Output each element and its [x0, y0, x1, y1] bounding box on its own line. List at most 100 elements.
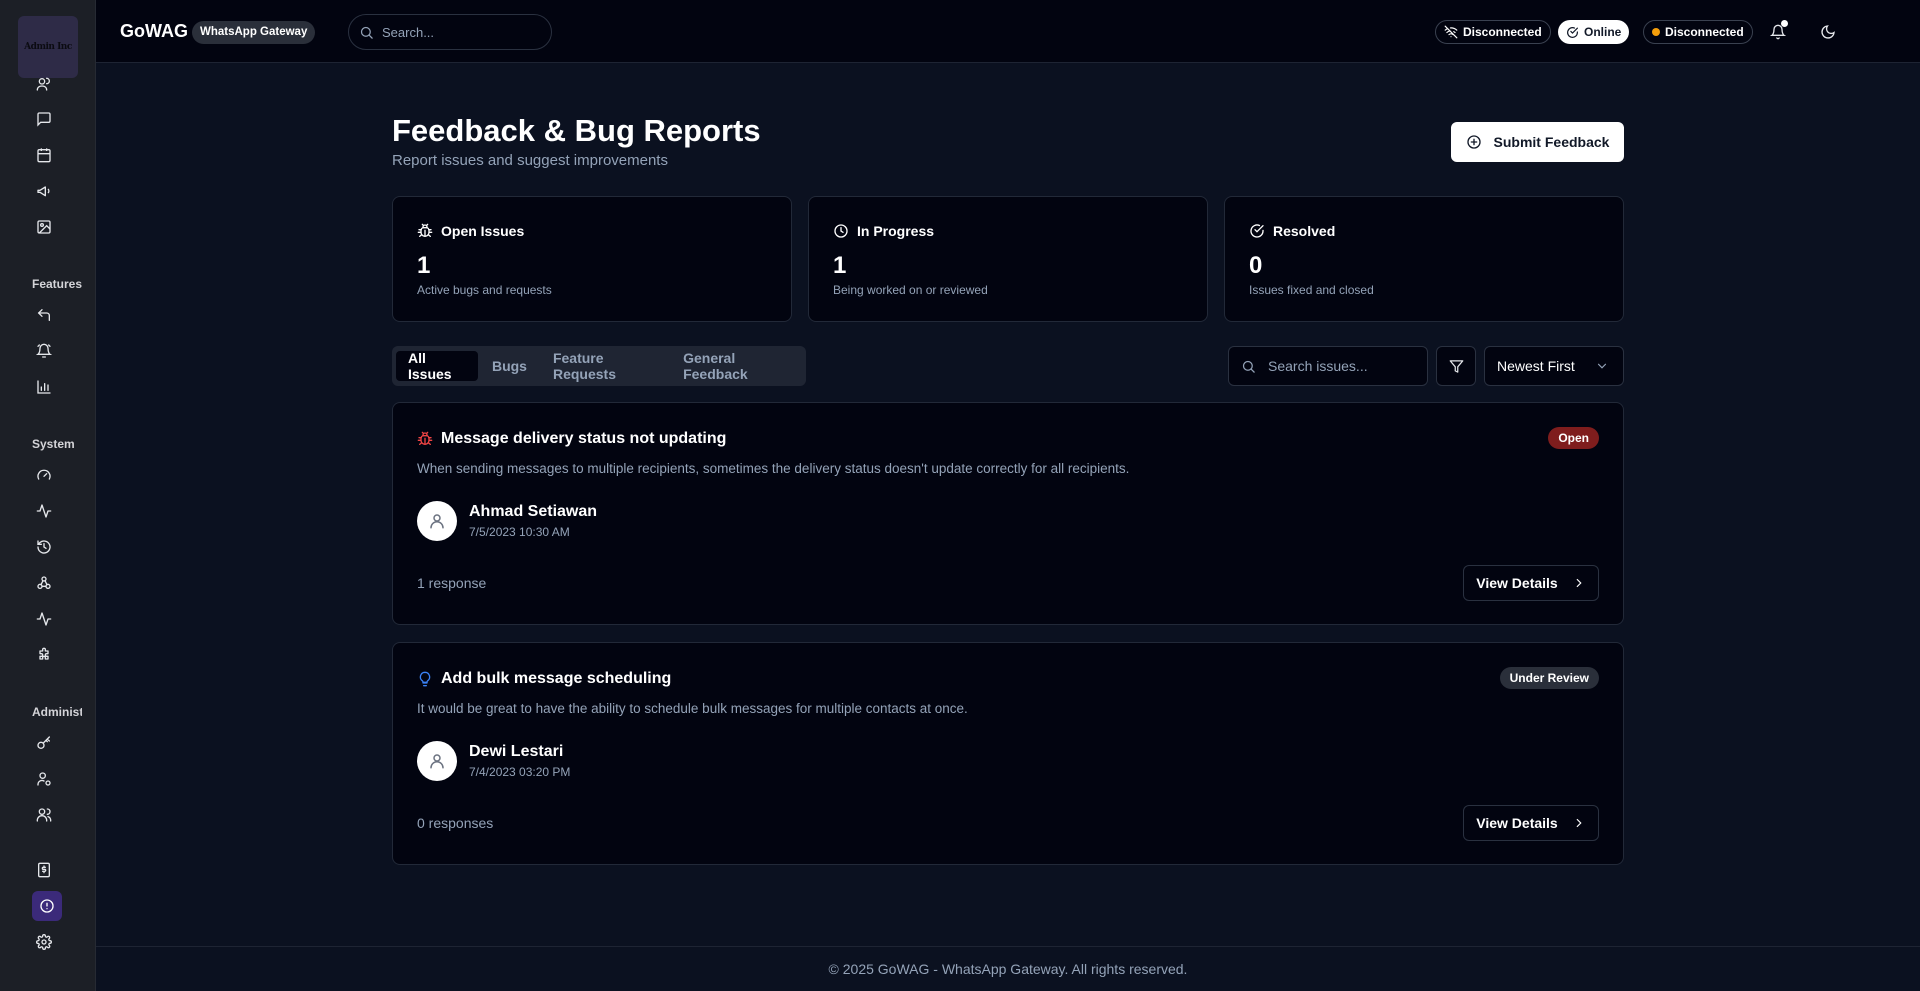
alarm-bell-icon[interactable] — [32, 339, 56, 363]
search-icon — [1241, 359, 1256, 374]
chevron-down-icon — [1595, 359, 1609, 373]
key-icon[interactable] — [32, 731, 56, 755]
view-details-label: View Details — [1476, 575, 1558, 591]
image-icon[interactable] — [32, 215, 56, 239]
stat-desc: Issues fixed and closed — [1249, 283, 1374, 297]
brand-name[interactable]: GoWAG — [120, 21, 188, 42]
stat-desc: Active bugs and requests — [417, 283, 552, 297]
author-avatar — [417, 501, 457, 541]
issue-tabs: All Issues Bugs Feature Requests General… — [392, 346, 806, 386]
stat-label: Resolved — [1273, 223, 1336, 239]
lightbulb-icon — [417, 671, 433, 687]
online-status-label: Online — [1584, 25, 1622, 39]
history-icon[interactable] — [32, 535, 56, 559]
tab-bugs[interactable]: Bugs — [480, 351, 539, 381]
brand-badge: WhatsApp Gateway — [192, 21, 316, 44]
calendar-icon[interactable] — [32, 143, 56, 167]
whatsapp-status-pill[interactable]: Disconnected — [1643, 20, 1753, 44]
stat-label: In Progress — [857, 223, 935, 239]
stat-card-open: Open Issues 1 Active bugs and requests — [392, 196, 792, 322]
issue-card: Add bulk message scheduling Under Review… — [392, 642, 1624, 865]
clock-icon — [833, 223, 849, 239]
bug-icon — [417, 431, 433, 447]
tab-feature-requests[interactable]: Feature Requests — [541, 350, 669, 382]
sort-select[interactable]: Newest First — [1484, 346, 1624, 386]
issue-author: Ahmad Setiawan 7/5/2023 10:30 AM — [417, 501, 597, 541]
stat-card-resolved: Resolved 0 Issues fixed and closed — [1224, 196, 1624, 322]
wifi-off-icon — [1444, 25, 1458, 39]
stat-label: Open Issues — [441, 223, 525, 239]
settings-icon[interactable] — [32, 930, 56, 954]
sidebar: Admin Inc Features System Administ — [0, 0, 96, 991]
filter-button[interactable] — [1436, 346, 1476, 386]
header-search-input[interactable]: Search... — [348, 14, 552, 50]
user-cog-icon[interactable] — [32, 767, 56, 791]
pulse-icon[interactable] — [32, 607, 56, 631]
billing-icon[interactable] — [32, 858, 56, 882]
reply-icon[interactable] — [32, 303, 56, 327]
chevron-right-icon — [1572, 816, 1586, 830]
tab-general-feedback[interactable]: General Feedback — [671, 350, 802, 382]
issue-author: Dewi Lestari 7/4/2023 03:20 PM — [417, 741, 570, 781]
view-details-label: View Details — [1476, 815, 1558, 831]
header-search-placeholder: Search... — [382, 24, 435, 40]
connection-status-pill[interactable]: Disconnected — [1435, 20, 1551, 44]
submit-feedback-button[interactable]: Submit Feedback — [1451, 122, 1624, 162]
notification-dot — [1781, 20, 1788, 27]
stat-value: 1 — [833, 252, 847, 279]
response-count: 1 response — [417, 575, 487, 591]
issue-date: 7/4/2023 03:20 PM — [469, 765, 571, 779]
issue-search-input[interactable]: Search issues... — [1228, 346, 1428, 386]
status-badge: Open — [1548, 427, 1599, 449]
copyright-text: © 2025 GoWAG - WhatsApp Gateway. All rig… — [828, 961, 1188, 977]
status-dot — [1652, 28, 1660, 36]
plus-circle-icon — [1466, 134, 1482, 150]
chat-icon[interactable] — [32, 107, 56, 131]
author-name: Ahmad Setiawan — [469, 503, 598, 520]
view-details-button[interactable]: View Details — [1463, 565, 1599, 601]
gauge-icon[interactable] — [32, 463, 56, 487]
logo-text: Admin Inc — [24, 42, 72, 52]
page-title: Feedback & Bug Reports — [392, 113, 761, 148]
section-features: Features — [32, 277, 82, 291]
check-circle-icon — [1249, 223, 1265, 239]
section-system: System — [32, 437, 75, 451]
theme-toggle-moon-icon[interactable] — [1816, 20, 1840, 44]
issue-title[interactable]: Message delivery status not updating — [441, 430, 726, 448]
bug-icon — [417, 223, 433, 239]
issue-description: When sending messages to multiple recipi… — [417, 461, 1130, 476]
tab-all-issues[interactable]: All Issues — [396, 350, 478, 382]
puzzle-icon[interactable] — [32, 643, 56, 667]
megaphone-icon[interactable] — [32, 179, 56, 203]
chevron-right-icon — [1572, 576, 1586, 590]
feedback-nav-icon[interactable] — [32, 891, 62, 921]
top-header: GoWAG WhatsApp Gateway Search... Disconn… — [96, 0, 1920, 63]
author-name: Dewi Lestari — [469, 743, 564, 760]
response-count: 0 responses — [417, 815, 494, 831]
search-icon — [359, 25, 374, 40]
whatsapp-status-label: Disconnected — [1665, 25, 1744, 39]
section-administration: Administ — [32, 705, 82, 719]
view-details-button[interactable]: View Details — [1463, 805, 1599, 841]
footer: © 2025 GoWAG - WhatsApp Gateway. All rig… — [96, 946, 1920, 991]
check-circle-icon — [1566, 26, 1579, 39]
logo[interactable]: Admin Inc — [18, 16, 78, 78]
stat-value: 1 — [417, 252, 431, 279]
connection-status-label: Disconnected — [1463, 25, 1542, 39]
sort-value: Newest First — [1497, 358, 1575, 374]
status-badge: Under Review — [1499, 667, 1599, 689]
bar-chart-icon[interactable] — [32, 375, 56, 399]
activity-icon[interactable] — [32, 499, 56, 523]
online-status-pill[interactable]: Online — [1558, 20, 1630, 44]
issue-title[interactable]: Add bulk message scheduling — [441, 670, 671, 688]
contacts-icon[interactable] — [32, 72, 56, 96]
filter-icon — [1449, 359, 1464, 374]
submit-feedback-label: Submit Feedback — [1493, 134, 1610, 150]
webhook-icon[interactable] — [32, 571, 56, 595]
issue-search-placeholder: Search issues... — [1268, 358, 1368, 374]
users-icon[interactable] — [32, 803, 56, 827]
stat-value: 0 — [1249, 252, 1263, 279]
issue-description: It would be great to have the ability to… — [417, 701, 968, 716]
notifications-icon[interactable] — [1766, 20, 1790, 44]
author-avatar — [417, 741, 457, 781]
